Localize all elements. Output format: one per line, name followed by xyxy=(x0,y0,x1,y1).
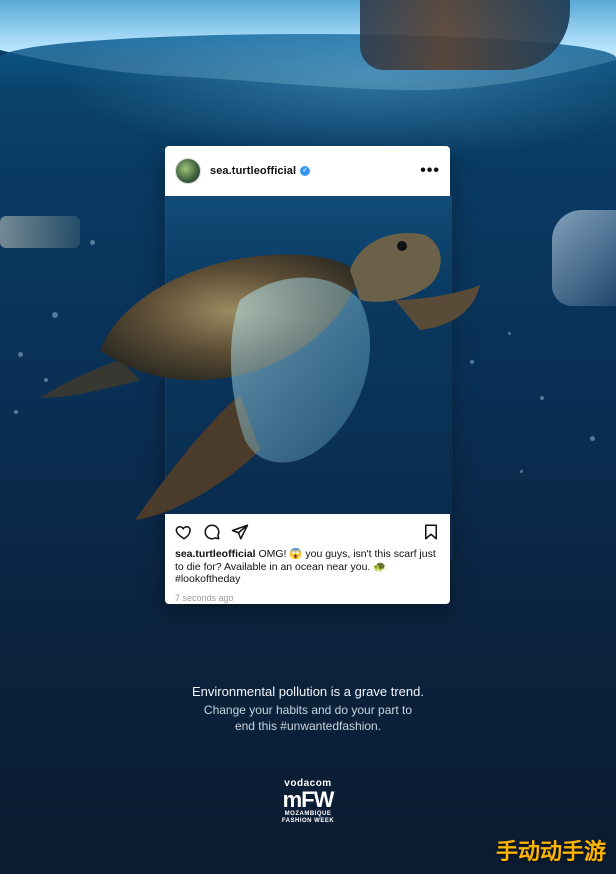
post-header: sea.turtleofficial ✓ ••• xyxy=(165,146,450,196)
share-icon[interactable] xyxy=(231,523,249,541)
floating-plastic-left xyxy=(0,216,80,248)
instagram-post-card: sea.turtleofficial ✓ ••• sea.turtleoffic… xyxy=(165,146,452,604)
cta-line-1: Change your habits and do your part to xyxy=(203,703,413,717)
cta-line-2: end this #unwantedfashion. xyxy=(234,719,382,733)
bookmark-icon[interactable] xyxy=(422,523,440,541)
site-watermark: 手动动手游 xyxy=(495,839,606,864)
mfw-logo: vodacom mFW MOZAMBIQUE FASHION WEEK xyxy=(272,778,344,825)
floating-plastic-right xyxy=(552,210,616,306)
logo-line-1: MOZAMBIQUE xyxy=(284,811,332,817)
caption-username[interactable]: sea.turtleofficial xyxy=(175,548,256,560)
post-timestamp: 7 seconds ago xyxy=(175,592,234,603)
surface-debris xyxy=(360,0,570,70)
logo-line-2: FASHION WEEK xyxy=(281,818,335,824)
logo-mark: mFW xyxy=(282,787,335,812)
more-icon[interactable]: ••• xyxy=(420,162,440,180)
post-caption: sea.turtleofficial OMG! 😱 you guys, isn'… xyxy=(175,548,440,586)
post-photo xyxy=(165,196,452,560)
post-username[interactable]: sea.turtleofficial xyxy=(210,165,296,177)
avatar[interactable] xyxy=(175,158,201,184)
post-actions xyxy=(175,520,440,544)
headline-text: Environmental pollution is a grave trend… xyxy=(192,684,424,699)
comment-icon[interactable] xyxy=(203,523,221,541)
heart-icon[interactable] xyxy=(175,523,193,541)
verified-icon: ✓ xyxy=(300,166,311,176)
post-footer: sea.turtleofficial OMG! 😱 you guys, isn'… xyxy=(165,514,450,604)
call-to-action: Change your habits and do your part to e… xyxy=(0,702,616,734)
